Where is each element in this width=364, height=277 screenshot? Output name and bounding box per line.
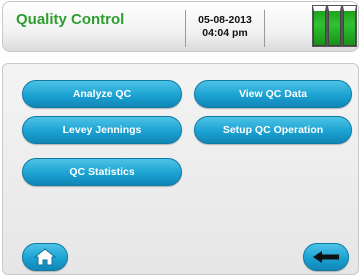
home-icon [34,248,56,266]
battery-cell [327,5,342,47]
time-text: 04:04 pm [202,27,248,39]
battery-cell [312,5,327,47]
setup-qc-operation-button[interactable]: Setup QC Operation [194,116,352,144]
view-qc-data-button[interactable]: View QC Data [194,80,352,108]
date-text: 05-08-2013 [198,14,252,26]
clock: 05-08-2013 04:04 pm [185,10,265,47]
battery-cell [342,5,357,47]
levey-jennings-button[interactable]: Levey Jennings [22,116,182,144]
analyze-qc-button[interactable]: Analyze QC [22,80,182,108]
back-button[interactable] [303,243,349,271]
battery-icon [312,5,357,48]
back-arrow-icon [313,251,339,263]
qc-statistics-button[interactable]: QC Statistics [22,158,182,186]
home-button[interactable] [22,243,68,271]
header-bar: Quality Control 05-08-2013 04:04 pm [2,1,359,52]
page-title: Quality Control [16,11,125,28]
